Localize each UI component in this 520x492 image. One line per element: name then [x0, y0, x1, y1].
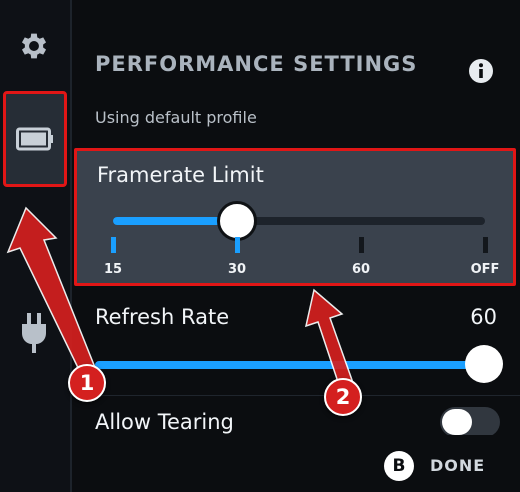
framerate-tick	[235, 237, 240, 253]
callout-badge-1: 1	[68, 364, 106, 402]
toggle-knob	[442, 409, 472, 435]
divider	[72, 395, 520, 396]
framerate-tick	[111, 237, 116, 253]
framerate-tick-label[interactable]: 15	[104, 262, 122, 277]
quick-access-sidebar	[0, 0, 72, 492]
refresh-rate-value: 60	[470, 305, 497, 329]
refresh-rate-slider-handle[interactable]	[465, 345, 503, 383]
framerate-tick-label[interactable]: 30	[228, 262, 246, 277]
framerate-tick-label[interactable]: 60	[352, 262, 370, 277]
battery-icon	[16, 127, 53, 151]
framerate-tick	[359, 237, 364, 253]
callout-badge-2: 2	[324, 378, 362, 416]
performance-panel: PERFORMANCE SETTINGS Using default profi…	[72, 0, 520, 492]
refresh-rate-label: Refresh Rate	[95, 305, 230, 329]
framerate-tick-label[interactable]: OFF	[471, 262, 500, 277]
framerate-limit-label: Framerate Limit	[97, 163, 264, 187]
info-icon[interactable]	[468, 58, 494, 84]
allow-tearing-toggle[interactable]	[440, 407, 500, 437]
framerate-slider[interactable]	[113, 201, 485, 241]
refresh-rate-slider[interactable]	[95, 345, 503, 383]
battery-tab[interactable]	[3, 91, 67, 187]
gear-icon[interactable]	[16, 28, 52, 64]
framerate-limit-row: Framerate Limit 15 30 60 OFF	[74, 148, 516, 286]
b-button-icon[interactable]: B	[384, 451, 414, 481]
page-title: PERFORMANCE SETTINGS	[95, 52, 418, 76]
framerate-tick	[483, 237, 488, 253]
plug-icon[interactable]	[17, 312, 51, 354]
framerate-slider-handle[interactable]	[216, 201, 257, 241]
footer-bar: B DONE	[72, 435, 520, 492]
profile-status: Using default profile	[95, 108, 257, 127]
allow-tearing-label: Allow Tearing	[95, 410, 234, 434]
done-button[interactable]: DONE	[430, 456, 485, 475]
